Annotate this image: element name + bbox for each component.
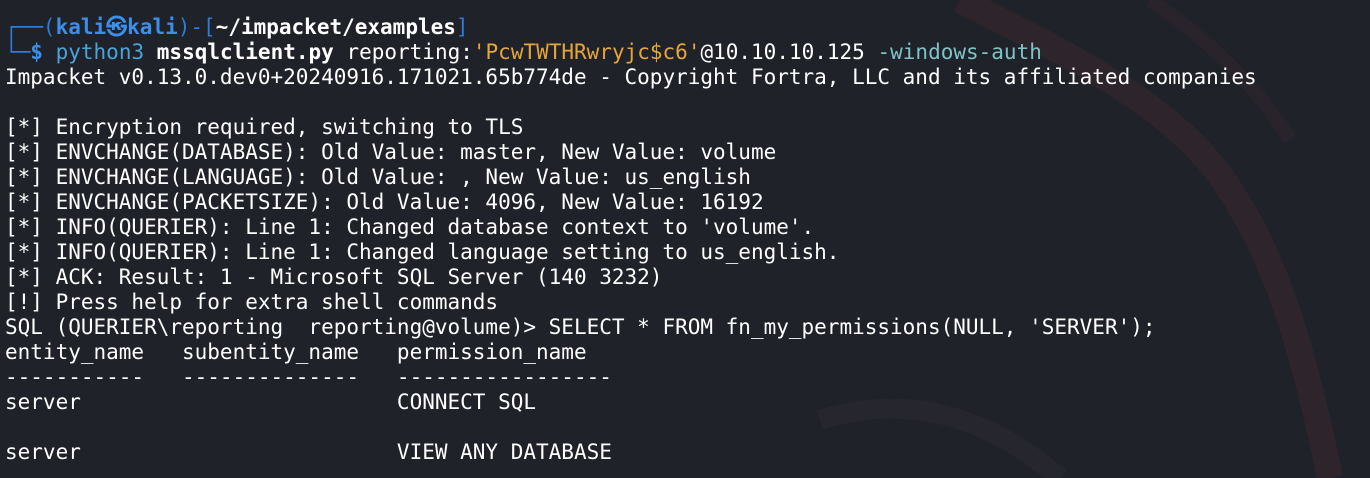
command-target-user: reporting: [346, 40, 473, 64]
prompt-header-line: ┌──(kali㉿kali)-[~/impacket/examples] [5, 15, 469, 40]
output-message: [*] Encryption required, switching to TL… [5, 115, 524, 139]
command-line[interactable]: └─$ python3 mssqlclient.py reporting:'Pc… [5, 40, 1042, 65]
output-banner: Impacket v0.13.0.dev0+20240916.171021.65… [5, 65, 1257, 89]
output-message: [*] INFO(QUERIER): Line 1: Changed datab… [5, 215, 815, 239]
prompt-dollar: $ [30, 40, 43, 64]
output-message: [*] ENVCHANGE(LANGUAGE): Old Value: , Ne… [5, 165, 751, 189]
table-header: entity_name subentity_name permission_na… [5, 340, 587, 364]
command-host: @10.10.10.125 [700, 40, 865, 64]
command-password: 'PcwTWTHRwryjc$c6' [472, 40, 701, 64]
prompt-close-bracket: ] [455, 15, 469, 39]
prompt-separator: )-[ [177, 15, 216, 39]
command-script: mssqlclient.py [156, 40, 334, 64]
prompt-corner-bottom: └─ [5, 40, 31, 64]
prompt-path: ~/impacket/examples [215, 15, 456, 39]
prompt-host: kali [127, 15, 178, 39]
output-message: [!] Press help for extra shell commands [5, 290, 499, 314]
output-message: [*] ACK: Result: 1 - Microsoft SQL Serve… [5, 265, 663, 289]
table-row: server VIEW ANY DATABASE [5, 440, 612, 464]
output-message: [*] ENVCHANGE(PACKETSIZE): Old Value: 40… [5, 190, 764, 214]
sql-prompt-line[interactable]: SQL (QUERIER\reporting reporting@volume)… [5, 315, 1156, 340]
terminal-window[interactable]: ┌──(kali㉿kali)-[~/impacket/examples] └─$… [0, 0, 1370, 478]
output-message: [*] ENVCHANGE(DATABASE): Old Value: mast… [5, 140, 777, 164]
prompt-corner-top: ┌──( [5, 15, 56, 39]
skull-icon: ㉿ [106, 15, 128, 39]
prompt-user: kali [55, 15, 107, 39]
table-divider: ----------- -------------- -------------… [5, 365, 612, 389]
output-message: [*] INFO(QUERIER): Line 1: Changed langu… [5, 240, 840, 264]
command-program: python3 [55, 40, 145, 64]
table-row: server CONNECT SQL [5, 390, 537, 414]
command-flag: -windows-auth [877, 40, 1042, 64]
